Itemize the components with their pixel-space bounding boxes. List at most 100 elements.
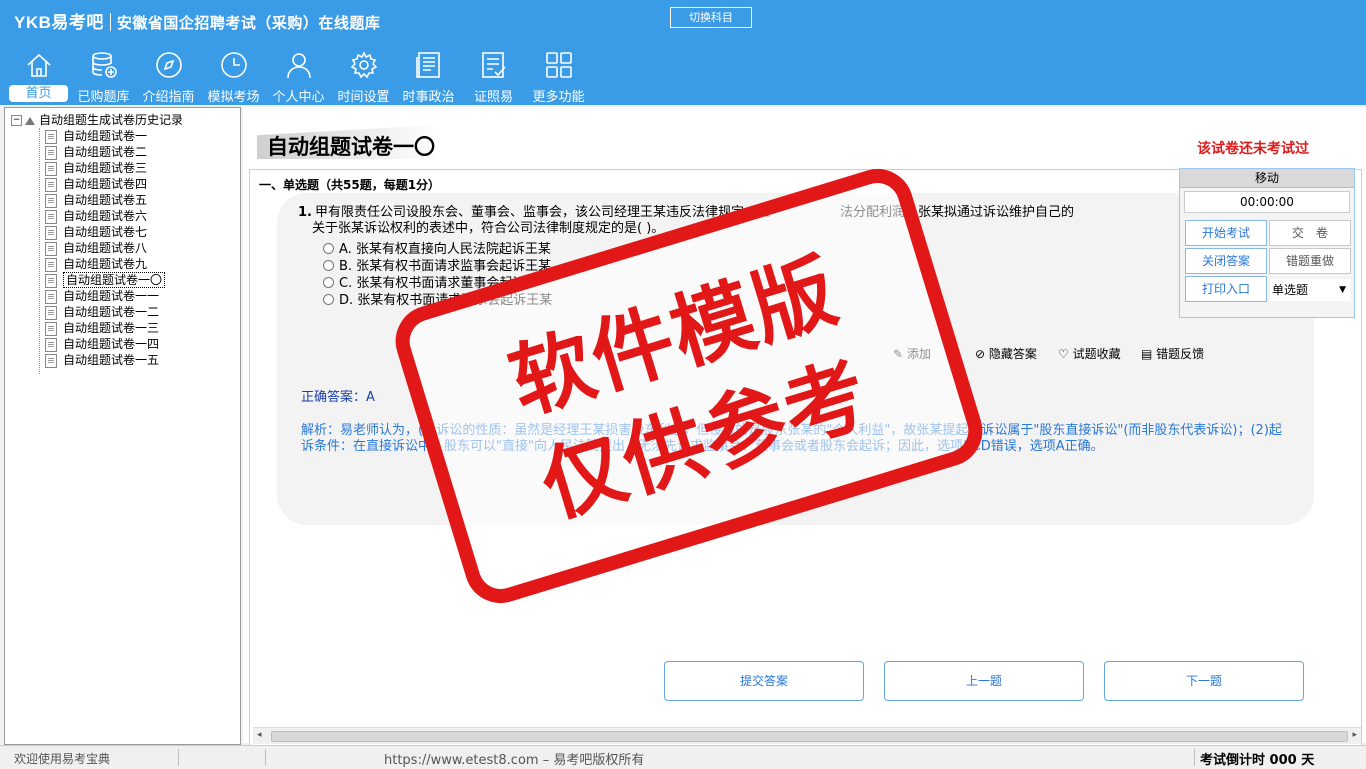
switch-subject-button[interactable]: 切换科目 [670,7,752,28]
redo-wrong-button[interactable]: 错题重做 [1269,248,1351,274]
tree-item[interactable]: 自动组题试卷六 [45,208,147,224]
nav-label: 模拟考场 [207,90,260,105]
tree-item-label: 自动组题试卷一〇 [63,272,166,288]
tree-item[interactable]: 自动组题试卷九 [45,256,147,272]
question-type-select[interactable]: 单选题 ▼ [1270,279,1350,301]
tree-item-label: 自动组题试卷五 [63,193,148,207]
document-icon [45,353,57,368]
hand-in-button[interactable]: 交 卷 [1269,220,1351,246]
document-icon [45,193,57,208]
tree-root[interactable]: − 自动组题生成试卷历史记录 [11,112,183,128]
tree-item-label: 自动组题试卷一 [63,129,148,143]
nav-mock-exam[interactable]: 模拟考场 [201,48,266,105]
tree-root-label: 自动组题生成试卷历史记录 [39,113,184,127]
feedback-button[interactable]: ▤ 错题反馈 [1141,345,1204,362]
paper-history-tree[interactable]: − 自动组题生成试卷历史记录 自动组题试卷一 自动组题试卷二 自动组题试卷三 自动组题试… [4,107,241,745]
correct-answer: 正确答案：A [301,390,375,405]
tree-item[interactable]: 自动组题试卷一 [45,128,147,144]
question-number: 1. [298,205,312,220]
nav-label: 时事政治 [402,90,455,105]
scroll-left-icon[interactable]: ◂ [257,730,262,740]
nav-guide[interactable]: 介绍指南 [136,48,201,105]
document-icon [45,129,57,144]
tree-item[interactable]: 自动组题试卷一五 [45,352,159,368]
status-divider [1194,749,1195,766]
tree-item[interactable]: 自动组题试卷三 [45,160,147,176]
document-icon [45,273,57,288]
checklist-icon [481,52,506,78]
favorite-label: 试题收藏 [1072,347,1121,361]
tree-item[interactable]: 自动组题试卷二 [45,144,147,160]
feedback-label: 错题反馈 [1156,347,1205,361]
nav-label: 已购题库 [77,90,130,105]
radio-button[interactable] [323,277,334,288]
tree-item-label: 自动组题试卷一二 [63,305,160,319]
tree-item[interactable]: 自动组题试卷一三 [45,320,159,336]
tree-item[interactable]: 自动组题试卷一〇 [45,272,166,288]
tree-item-label: 自动组题试卷三 [63,161,148,175]
tree-item[interactable]: 自动组题试卷一四 [45,336,159,352]
document-icon [45,161,57,176]
tree-item[interactable]: 自动组题试卷五 [45,192,147,208]
print-button[interactable]: 打印入口 [1185,276,1267,302]
nav-label: 证照易 [473,90,513,105]
nav-time-settings[interactable]: 时间设置 [331,48,396,105]
scroll-right-icon[interactable]: ▸ [1352,730,1357,740]
tree-item-label: 自动组题试卷四 [63,177,148,191]
copyright-text: https://www.etest8.com – 易考吧版权所有 [384,753,645,768]
gear-icon [350,51,377,79]
tree-item-label: 自动组题试卷八 [63,241,148,255]
tree-item-label: 自动组题试卷一三 [63,321,160,335]
question-stem-line1: 甲有限责任公司设股东会、董事会、监事会，该公司经理王某违反法律规定，拒 [314,205,770,220]
document-icon [45,241,57,256]
tree-item-label: 自动组题试卷二 [63,145,148,159]
horizontal-scrollbar[interactable]: ◂ ▸ [253,727,1361,744]
option-a[interactable]: A. 张某有权直接向人民法院起诉王某 [323,242,551,258]
heart-icon: ♡ [1058,347,1069,361]
radio-button[interactable] [323,294,334,305]
favorite-button[interactable]: ♡ 试题收藏 [1058,345,1121,362]
document-icon [45,337,57,352]
scrollbar-thumb[interactable] [271,731,1348,742]
submit-answer-button[interactable]: 提交答案 [664,661,864,701]
tree-item[interactable]: 自动组题试卷七 [45,224,147,240]
document-icon [45,305,57,320]
collapse-icon[interactable]: − [11,115,22,126]
tree-item-label: 自动组题试卷一五 [63,353,160,367]
tree-item[interactable]: 自动组题试卷八 [45,240,147,256]
status-divider [178,749,179,766]
option-b[interactable]: B. 张某有权书面请求监事会起诉王某 [323,259,551,275]
nav-personal[interactable]: 个人中心 [266,48,331,105]
nav-current-affairs[interactable]: 时事政治 [396,48,461,105]
tree-item-label: 自动组题试卷九 [63,257,148,271]
tree-item[interactable]: 自动组题试卷四 [45,176,147,192]
user-icon [286,53,311,79]
app-brand: YKB易考吧 安徽省国企招聘考试（采购）在线题库 [14,8,380,33]
app-header: YKB易考吧 安徽省国企招聘考试（采购）在线题库 切换科目 首页 已购题库 介绍指… [0,0,1366,105]
prev-question-button[interactable]: 上一题 [884,661,1084,701]
nav-home[interactable]: 首页 [6,48,71,103]
nav-certificate[interactable]: 证照易 [461,48,526,105]
tree-item[interactable]: 自动组题试卷一二 [45,304,159,320]
nav-label: 更多功能 [532,90,585,105]
exam-timer: 00:00:00 [1184,191,1350,213]
hide-answer-button[interactable]: ⊘ 隐藏答案 [975,345,1037,362]
exam-control-panel[interactable]: 移动 00:00:00 开始考试 交 卷 关闭答案 错题重做 打印入口 单选题 ▼ [1179,168,1355,318]
panel-drag-handle[interactable]: 移动 [1180,169,1354,188]
start-exam-button[interactable]: 开始考试 [1185,220,1267,246]
question-type-value: 单选题 [1272,283,1309,297]
nav-label: 时间设置 [337,90,390,105]
exam-countdown: 考试倒计时 000 天 [1200,753,1315,768]
newspaper-icon [415,52,440,78]
nav-more[interactable]: 更多功能 [526,48,591,105]
radio-button[interactable] [323,243,334,254]
nav-label: 首页 [9,85,68,102]
tree-item[interactable]: 自动组题试卷一一 [45,288,159,304]
next-question-button[interactable]: 下一题 [1104,661,1304,701]
radio-button[interactable] [323,260,334,271]
option-label: B. 张某有权书面请求监事会起诉王某 [339,259,552,274]
eye-off-icon: ⊘ [975,347,986,361]
nav-purchased[interactable]: 已购题库 [71,48,136,105]
tree-item-label: 自动组题试卷一一 [63,289,160,303]
close-answer-button[interactable]: 关闭答案 [1185,248,1267,274]
